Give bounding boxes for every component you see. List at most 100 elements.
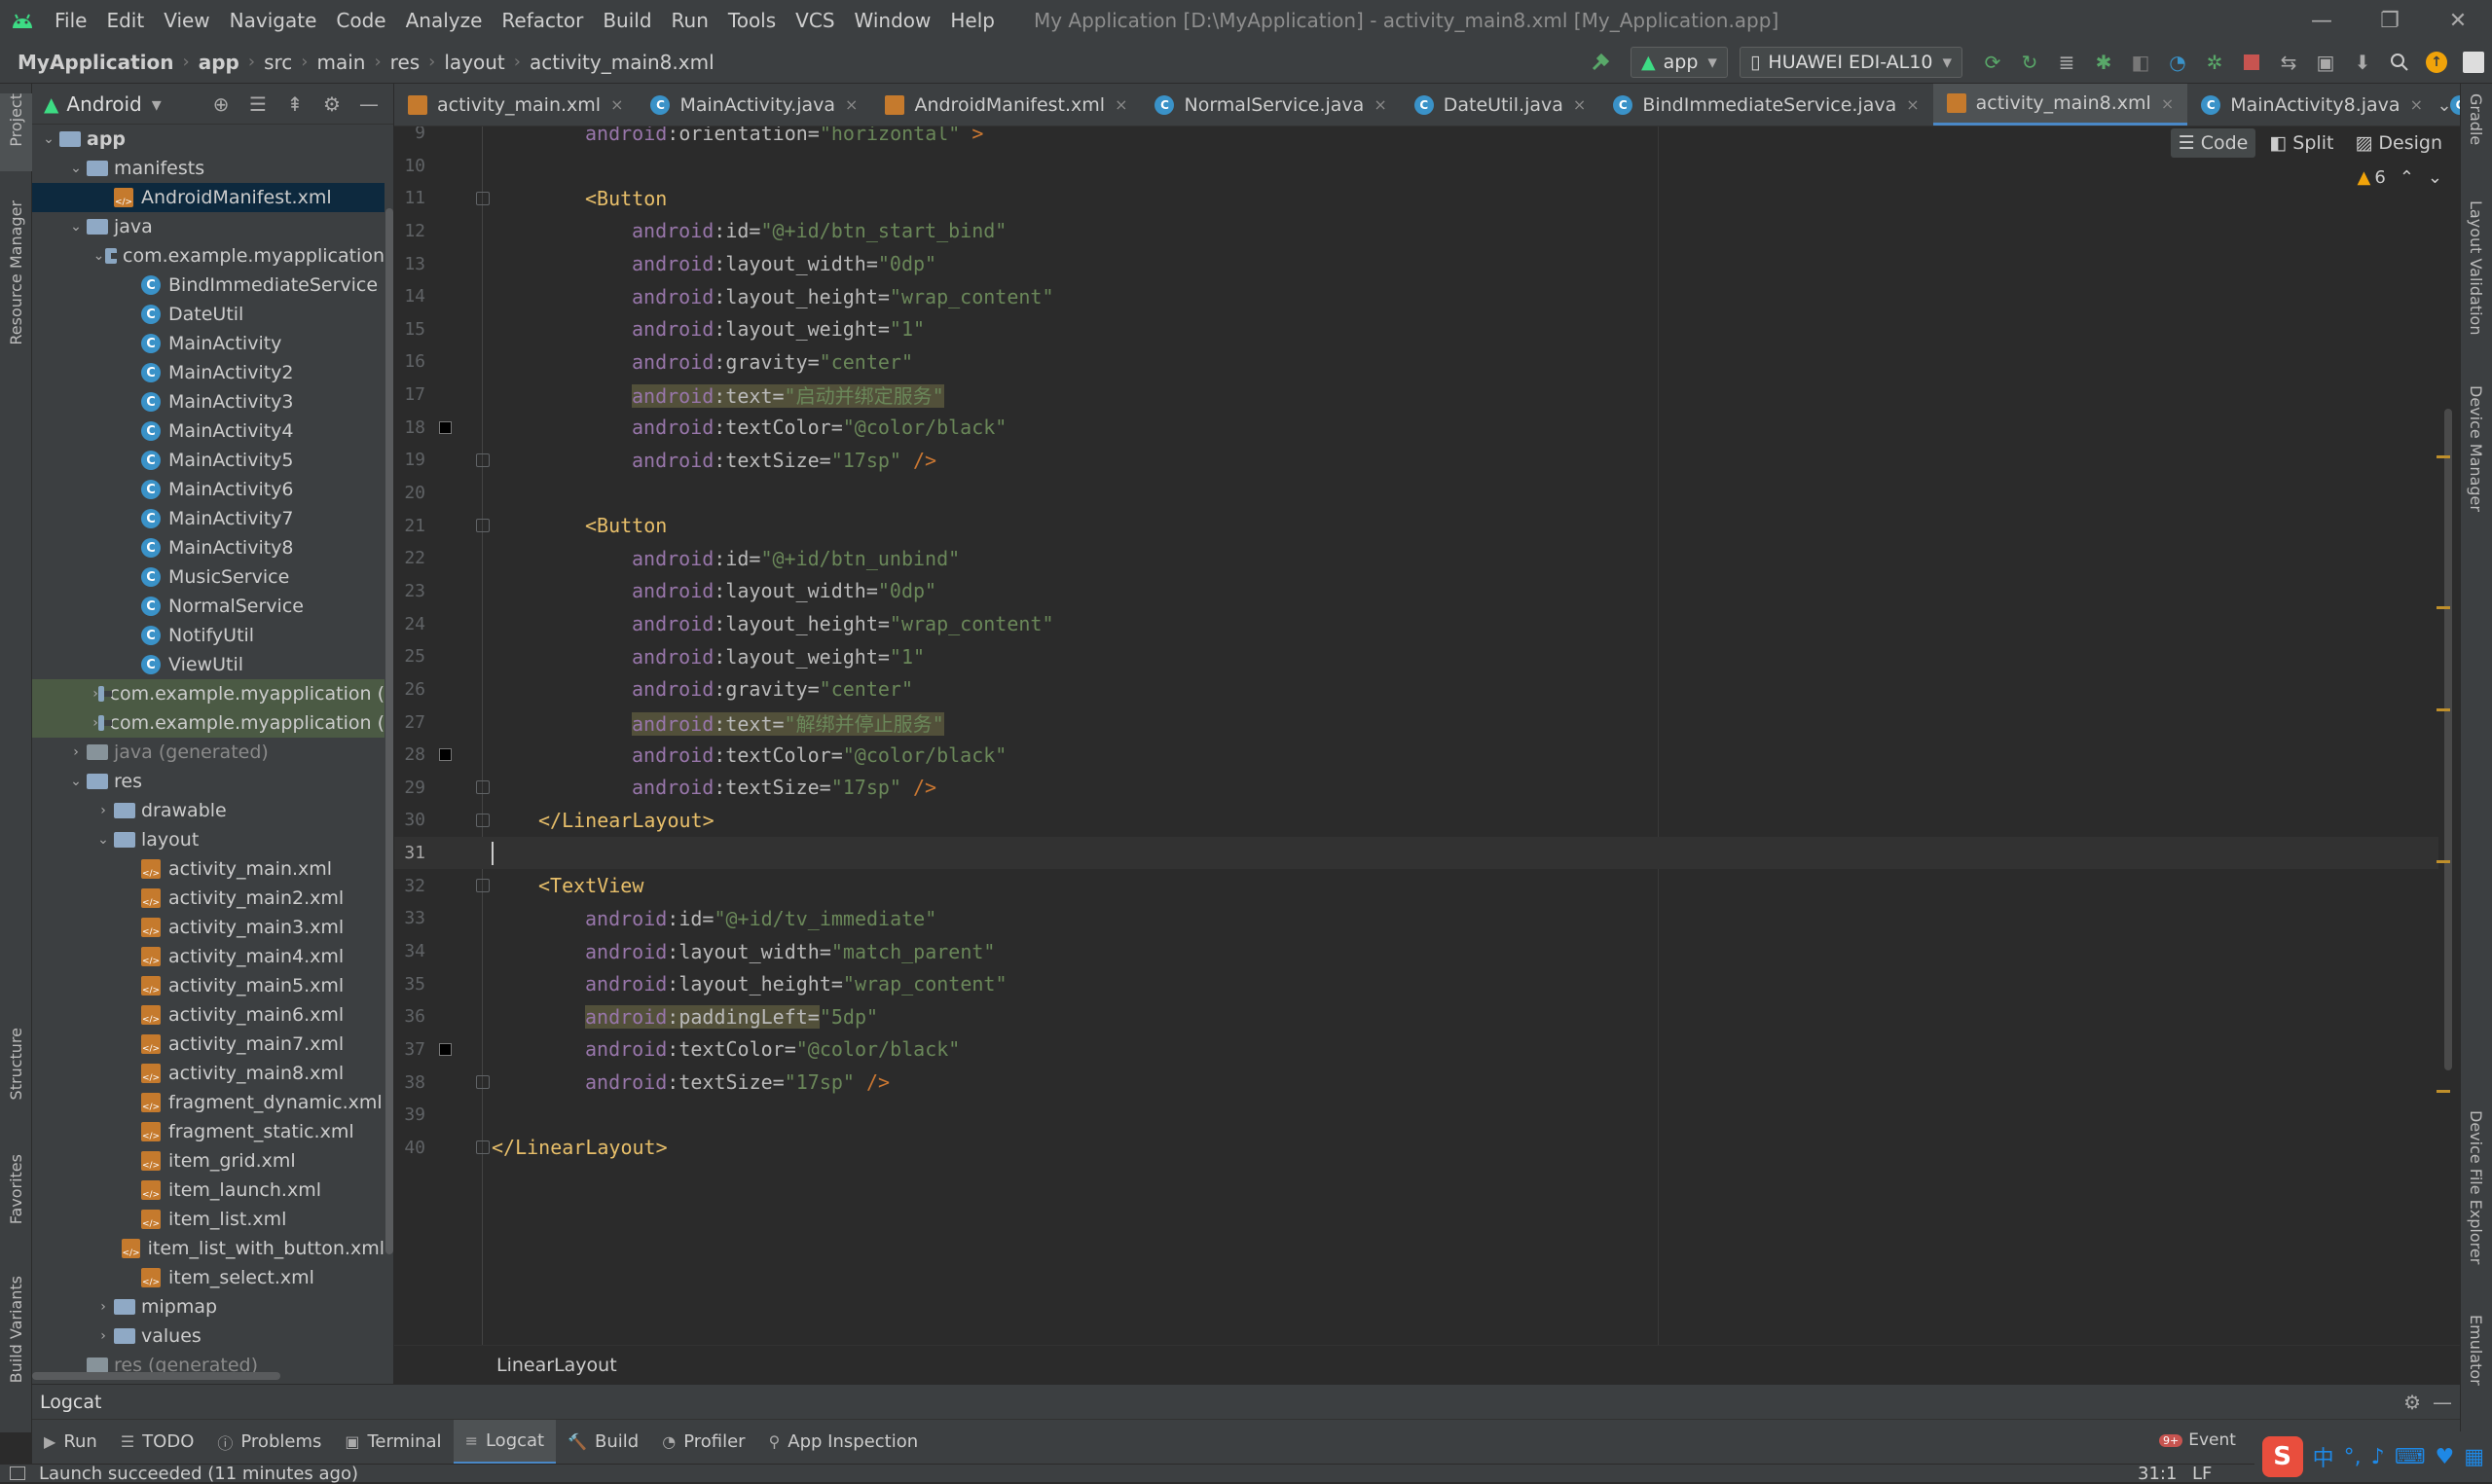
tree-item[interactable]: ⌄ java [32, 212, 385, 241]
editor-breadcrumb-item[interactable]: LinearLayout [496, 1355, 617, 1376]
tree-item[interactable]: </> AndroidManifest.xml [32, 183, 385, 212]
close-tab-icon[interactable]: × [2161, 94, 2174, 113]
close-icon[interactable]: ✕ [2424, 0, 2492, 41]
warning-stripe-mark[interactable] [2437, 708, 2450, 711]
line-number[interactable]: 34 [394, 941, 425, 961]
hide-icon[interactable]: — [2433, 1391, 2452, 1414]
line-number[interactable]: 14 [394, 286, 425, 307]
menu-vcs[interactable]: VCS [786, 9, 844, 32]
line-number[interactable]: 22 [394, 548, 425, 568]
line-number[interactable]: 31 [394, 843, 425, 863]
code-line[interactable]: 19 android:textSize="17sp" /> [394, 444, 2438, 476]
tool-tab-build-variants[interactable]: Build Variants [0, 1276, 32, 1451]
tree-item[interactable]: C MainActivity4 [32, 416, 385, 446]
code-line[interactable]: 18 android:textColor="@color/black" [394, 412, 2438, 444]
caret-position[interactable]: 31:1 [2138, 1464, 2177, 1484]
bottom-tab-build[interactable]: 🔨 Build [556, 1420, 650, 1465]
tool-tab-project[interactable]: Project [0, 93, 32, 171]
update-icon[interactable]: ↑ [2418, 44, 2455, 81]
code-line[interactable]: 28 android:textColor="@color/black" [394, 739, 2438, 771]
tree-item[interactable]: ⌄ app [32, 125, 385, 154]
menu-view[interactable]: View [154, 9, 219, 32]
tree-item[interactable]: C DateUtil [32, 300, 385, 329]
editor-tab[interactable]: C DateUtil.java × [1401, 84, 1600, 126]
code-line[interactable]: 20 [394, 477, 2438, 509]
event-log-tab[interactable]: 9+ Event [2159, 1430, 2236, 1450]
code-line[interactable]: 11 <Button [394, 182, 2438, 214]
warning-stripe-mark[interactable] [2437, 1090, 2450, 1093]
expand-chevron-icon[interactable]: ⌄ [65, 219, 87, 235]
line-number[interactable]: 30 [394, 810, 425, 830]
code-line[interactable]: 16 android:gravity="center" [394, 345, 2438, 378]
tree-item[interactable]: › values [32, 1321, 385, 1351]
line-number[interactable]: 32 [394, 876, 425, 896]
tree-scrollbar[interactable] [385, 208, 393, 1254]
close-tab-icon[interactable]: × [1115, 95, 1127, 114]
expand-chevron-icon[interactable]: › [92, 803, 114, 818]
menu-navigate[interactable]: Navigate [220, 9, 327, 32]
tree-item[interactable]: C MainActivity2 [32, 358, 385, 387]
inspection-widget[interactable]: ▲ 6 ⌃ ⌄ [2358, 167, 2442, 188]
menu-code[interactable]: Code [326, 9, 395, 32]
line-number[interactable]: 21 [394, 516, 425, 536]
tree-item[interactable]: C MusicService [32, 562, 385, 592]
code-line[interactable]: 15 android:layout_weight="1" [394, 313, 2438, 345]
expand-chevron-icon[interactable]: ⌄ [65, 774, 87, 789]
code-line[interactable]: 9 android:orientation="horizontal" > [394, 127, 2438, 149]
editor-tab[interactable]: C NormalService.java × [1141, 84, 1400, 126]
menu-tools[interactable]: Tools [718, 9, 786, 32]
code-line[interactable]: 23 android:layout_width="0dp" [394, 575, 2438, 607]
close-tab-icon[interactable]: × [1906, 95, 1919, 114]
editor-tab[interactable]: C MainActivity.java × [637, 84, 871, 126]
tree-item[interactable]: C MainActivity6 [32, 475, 385, 504]
tree-item[interactable]: C MainActivity5 [32, 446, 385, 475]
line-number[interactable]: 20 [394, 483, 425, 503]
menu-help[interactable]: Help [940, 9, 1005, 32]
tree-item[interactable]: ⌄ manifests [32, 154, 385, 183]
tree-item[interactable]: C NotifyUtil [32, 621, 385, 650]
tree-item[interactable]: ⌄ res [32, 767, 385, 796]
line-number[interactable]: 23 [394, 581, 425, 601]
tree-item[interactable]: </> fragment_dynamic.xml [32, 1088, 385, 1117]
color-swatch-icon[interactable] [439, 748, 452, 762]
hide-icon[interactable]: — [350, 92, 387, 116]
code-line[interactable]: 22 android:id="@+id/btn_unbind" [394, 542, 2438, 574]
code-line[interactable]: 31 [394, 837, 2438, 870]
line-number[interactable]: 28 [394, 744, 425, 765]
editor-tab[interactable]: C BindImmediateService.java × [1599, 84, 1932, 126]
tool-tab-device-manager[interactable]: Device Manager [2460, 385, 2492, 638]
menu-file[interactable]: File [45, 9, 96, 32]
toolbox-icon[interactable]: ▦ [2464, 1445, 2484, 1469]
expand-all-icon[interactable]: ☰ [239, 92, 276, 116]
color-swatch-icon[interactable] [439, 1042, 452, 1056]
editor-scrollbar[interactable] [2444, 409, 2452, 1070]
expand-chevron-icon[interactable]: ⌄ [92, 248, 105, 264]
bottom-tab-todo[interactable]: ☰ TODO [109, 1420, 206, 1465]
sdk-manager-icon[interactable]: ⬇ [2344, 44, 2381, 81]
line-number[interactable]: 15 [394, 319, 425, 340]
breadcrumb-item[interactable]: activity_main8.xml [530, 51, 715, 74]
expand-chevron-icon[interactable]: › [92, 1328, 114, 1344]
menu-run[interactable]: Run [662, 9, 718, 32]
menu-refactor[interactable]: Refactor [492, 9, 593, 32]
code-line[interactable]: 34 android:layout_width="match_parent" [394, 935, 2438, 967]
line-number[interactable]: 39 [394, 1104, 425, 1125]
editor-tab[interactable]: activity_main8.xml × [1932, 84, 2188, 126]
tree-item[interactable]: C BindImmediateService [32, 271, 385, 300]
bottom-tab-profiler[interactable]: ◔ Profiler [650, 1420, 756, 1465]
line-separator[interactable]: LF [2192, 1464, 2212, 1484]
tree-item[interactable]: </> item_list_with_button.xml [32, 1234, 385, 1263]
device-select[interactable]: ▯ HUAWEI EDI-AL10 ▾ [1739, 47, 1962, 78]
tree-item[interactable]: C NormalService [32, 592, 385, 621]
breadcrumb-item[interactable]: MyApplication [18, 51, 174, 74]
code-line[interactable]: 32 <TextView [394, 870, 2438, 902]
tree-item[interactable]: C MainActivity8 [32, 533, 385, 562]
tree-item[interactable]: › com.example.myapplication ( [32, 679, 385, 708]
fold-marker-icon[interactable] [476, 519, 490, 533]
code-line[interactable]: 17 android:text="启动并绑定服务" [394, 379, 2438, 411]
code-line[interactable]: 10 [394, 150, 2438, 182]
code-line[interactable]: 14 android:layout_height="wrap_content" [394, 280, 2438, 312]
code-line[interactable]: 27 android:text="解绑并停止服务" [394, 706, 2438, 739]
expand-chevron-icon[interactable]: › [92, 1299, 114, 1315]
tree-item[interactable]: </> item_list.xml [32, 1205, 385, 1234]
